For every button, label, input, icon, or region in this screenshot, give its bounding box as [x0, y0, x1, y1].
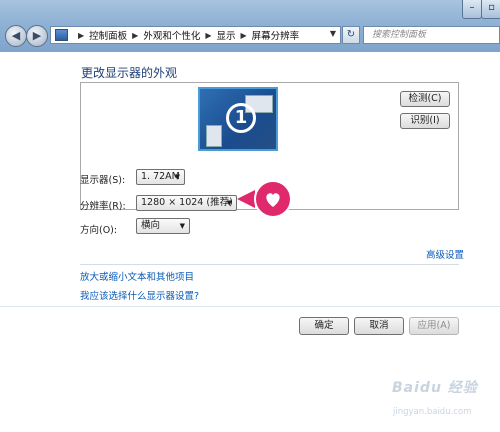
highlight-callout-icon	[237, 180, 292, 218]
refresh-icon: ↻	[346, 29, 356, 40]
main-content: 更改显示器的外观 1 检测(C) 识别(I) 显示器(S): 1. 72AM ▼…	[0, 52, 500, 432]
advanced-settings-link[interactable]: 高级设置	[426, 247, 464, 261]
divider	[0, 306, 500, 307]
watermark-logo: Baidu 经验	[392, 380, 478, 396]
text-size-link[interactable]: 放大或缩小文本和其他项目	[80, 269, 194, 283]
control-panel-icon	[55, 29, 68, 41]
orientation-select[interactable]: 横向 ▼	[136, 218, 190, 234]
search-input[interactable]: 搜索控制面板	[363, 26, 500, 44]
window-thumbnail-icon	[206, 125, 222, 147]
breadcrumb-separator-icon: ▶	[132, 30, 139, 40]
breadcrumb-separator-icon: ▶	[205, 30, 212, 40]
display-help-link[interactable]: 我应该选择什么显示器设置?	[80, 288, 199, 302]
identify-button[interactable]: 识别(I)	[400, 113, 450, 129]
orientation-select-value: 横向	[141, 220, 161, 231]
divider	[80, 264, 459, 265]
cancel-button[interactable]: 取消	[354, 317, 404, 335]
breadcrumb-display[interactable]: 显示	[217, 28, 236, 42]
breadcrumb-screen-resolution[interactable]: 屏幕分辨率	[252, 28, 300, 42]
breadcrumb-separator-icon: ▶	[78, 30, 85, 40]
forward-button[interactable]: ▶	[26, 25, 48, 47]
breadcrumb-control-panel[interactable]: 控制面板	[89, 28, 127, 42]
monitor-number: 1	[226, 103, 256, 133]
address-dropdown-icon[interactable]: ▼	[330, 29, 336, 38]
window-titlebar: – ▫ ◀ ▶ ▶ 控制面板 ▶ 外观和个性化 ▶ 显示 ▶ 屏幕分辨率 ▼ ↻…	[0, 0, 500, 52]
orientation-label: 方向(O):	[80, 225, 118, 236]
detect-button[interactable]: 检测(C)	[400, 91, 450, 107]
refresh-button[interactable]: ↻	[342, 26, 360, 44]
resolution-label: 分辨率(R):	[80, 201, 126, 212]
ok-button[interactable]: 确定	[299, 317, 349, 335]
resolution-select[interactable]: 1280 × 1024 (推荐) ▼	[136, 195, 237, 211]
watermark-url: jingyan.baidu.com	[393, 407, 472, 417]
back-button[interactable]: ◀	[5, 25, 27, 47]
display-select[interactable]: 1. 72AM ▼	[136, 169, 185, 185]
address-bar[interactable]: ▶ 控制面板 ▶ 外观和个性化 ▶ 显示 ▶ 屏幕分辨率 ▼	[50, 26, 341, 44]
minimize-button[interactable]: –	[462, 0, 482, 19]
forward-arrow-icon: ▶	[32, 29, 42, 42]
breadcrumb-separator-icon: ▶	[240, 30, 247, 40]
chevron-down-icon: ▼	[179, 222, 185, 230]
monitor-preview-icon[interactable]: 1	[198, 87, 278, 151]
chevron-down-icon: ▼	[174, 173, 180, 181]
page-title: 更改显示器的外观	[81, 66, 178, 80]
breadcrumb-appearance[interactable]: 外观和个性化	[143, 28, 200, 42]
apply-button[interactable]: 应用(A)	[409, 317, 459, 335]
resolution-select-value: 1280 × 1024 (推荐)	[141, 197, 233, 208]
display-label: 显示器(S):	[80, 175, 126, 186]
maximize-button[interactable]: ▫	[481, 0, 500, 19]
chevron-down-icon: ▼	[226, 199, 232, 207]
back-arrow-icon: ◀	[11, 29, 21, 42]
